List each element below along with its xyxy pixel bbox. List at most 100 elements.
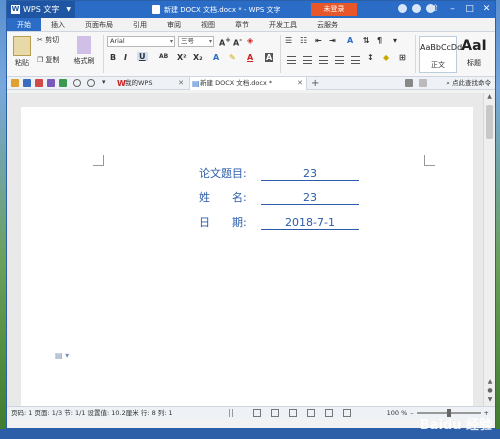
document-page[interactable]: 论文题目: 23 姓 名: 23 日 期: 2018-7-1 ▤ ▾ — [21, 107, 473, 407]
strikethrough-icon[interactable]: AB — [159, 53, 168, 60]
tab-current-document[interactable]: ▤ 新建 DOCX 文档.docx * ✕ — [189, 77, 307, 90]
outdent-icon[interactable]: ⇤ — [315, 36, 322, 45]
open-icon[interactable] — [11, 79, 19, 87]
font-color-icon[interactable]: A — [247, 53, 253, 62]
text-effect-icon[interactable]: A — [213, 53, 219, 62]
paste-button[interactable]: 粘贴 — [11, 36, 33, 68]
print-preview-icon[interactable] — [59, 79, 67, 87]
form-value[interactable]: 23 — [261, 167, 359, 181]
tab-my-wps-label: 我的WPS — [125, 79, 153, 87]
command-search-label: 点此查找命令 — [452, 79, 491, 87]
full-screen-icon[interactable] — [253, 409, 261, 417]
bold-icon[interactable]: B — [110, 53, 116, 62]
crop-mark — [424, 155, 435, 166]
zoom-value: 100 % — [386, 409, 408, 417]
resize-grip-icon[interactable] — [229, 409, 233, 417]
align-left-icon[interactable] — [287, 56, 296, 64]
layout-icon[interactable] — [419, 79, 427, 87]
grow-font-icon[interactable]: A+ — [219, 36, 231, 48]
page-nav-buttons[interactable]: ▲ ● ▼ — [485, 377, 495, 404]
font-size-select[interactable]: 三号 — [178, 36, 214, 47]
style-heading-label: 标题 — [467, 59, 481, 67]
chevron-down-icon[interactable]: ▾ — [102, 78, 106, 86]
form-value[interactable]: 23 — [261, 191, 359, 205]
copy-label: 复制 — [45, 56, 60, 64]
app-menu-button[interactable]: W WPS 文字 ▼ — [7, 1, 75, 18]
scroll-up-icon[interactable]: ▲ — [484, 93, 495, 103]
tab-page-layout[interactable]: 页面布局 — [75, 18, 123, 31]
cut-button[interactable]: ✂ 剪切 — [37, 35, 59, 45]
align-right-icon[interactable] — [319, 56, 328, 64]
page-view-icon[interactable] — [271, 409, 279, 417]
save-icon[interactable] — [23, 79, 31, 87]
copy-icon: ❐ — [37, 56, 46, 64]
zoom-out-icon[interactable]: – — [410, 407, 413, 419]
new-tab-icon[interactable]: + — [311, 77, 319, 90]
eye-protection-icon[interactable] — [343, 409, 351, 417]
close-icon[interactable]: ✕ — [178, 77, 184, 90]
close-icon[interactable]: ✕ — [297, 77, 303, 90]
char-shading-icon[interactable]: A — [265, 53, 274, 62]
expand-icon[interactable]: ▾ — [393, 36, 397, 45]
style-normal[interactable]: AaBbCcDd 正文 — [419, 36, 462, 73]
close-button[interactable]: ✕ — [478, 1, 495, 18]
chinese-layout-icon[interactable]: A — [347, 36, 353, 45]
upload-icon[interactable] — [405, 79, 413, 87]
style-heading[interactable]: AaI 标题 — [459, 36, 489, 73]
redo-icon[interactable] — [87, 79, 95, 87]
highlight-icon[interactable]: ✎ — [229, 53, 236, 62]
distribute-icon[interactable] — [351, 56, 360, 64]
align-center-icon[interactable] — [303, 56, 312, 64]
form-label: 姓 名: — [199, 191, 247, 204]
command-search[interactable]: ⌕ 点此查找命令 — [446, 78, 491, 89]
undo-icon[interactable] — [73, 79, 81, 87]
numbering-icon[interactable]: ☷ — [300, 36, 307, 45]
tab-review[interactable]: 审阅 — [157, 18, 191, 31]
tab-my-wps[interactable]: W 我的WPS ✕ — [115, 77, 187, 90]
vertical-scrollbar[interactable]: ▲ ▲ ● ▼ — [483, 93, 495, 406]
font-family-select[interactable]: Arial — [107, 36, 175, 47]
tab-section[interactable]: 章节 — [225, 18, 259, 31]
scroll-thumb[interactable] — [486, 105, 493, 139]
tab-cloud[interactable]: 云服务 — [307, 18, 348, 31]
sort-icon[interactable]: ⇅ — [363, 36, 370, 45]
tab-home[interactable]: 开始 — [7, 18, 41, 31]
minimize-button[interactable]: – — [444, 1, 461, 18]
print-icon[interactable] — [47, 79, 55, 87]
borders-icon[interactable]: ⊞ — [399, 53, 406, 62]
cut-label: 剪切 — [45, 36, 60, 44]
login-button[interactable]: 未登录 — [311, 3, 357, 16]
bullets-icon[interactable]: ☰ — [285, 36, 292, 45]
export-pdf-icon[interactable] — [35, 79, 43, 87]
tab-developer[interactable]: 开发工具 — [259, 18, 307, 31]
maximize-button[interactable]: □ — [461, 1, 478, 18]
show-marks-icon[interactable]: ¶ — [377, 36, 382, 45]
copy-button[interactable]: ❐ 复制 — [37, 55, 60, 65]
underline-icon[interactable]: U — [137, 52, 148, 61]
tab-insert[interactable]: 插入 — [41, 18, 75, 31]
brush-icon — [77, 36, 91, 54]
superscript-icon[interactable]: X² — [177, 53, 187, 62]
scissors-icon: ✂ — [37, 36, 46, 44]
settings-icon[interactable] — [412, 4, 421, 13]
format-painter-button[interactable]: 格式刷 — [69, 36, 99, 66]
reading-view-icon[interactable] — [325, 409, 333, 417]
paragraph-mark-icon: ▤ ▾ — [55, 351, 70, 360]
web-view-icon[interactable] — [307, 409, 315, 417]
justify-icon[interactable] — [335, 56, 344, 64]
shading-icon[interactable]: ◆ — [383, 53, 389, 62]
subscript-icon[interactable]: X₂ — [193, 53, 203, 62]
shrink-font-icon[interactable]: A- — [233, 36, 242, 48]
restore-ribbon-icon[interactable]: ⇧ — [427, 1, 444, 18]
tab-references[interactable]: 引用 — [123, 18, 157, 31]
italic-icon[interactable]: I — [124, 53, 127, 62]
skin-icon[interactable] — [398, 4, 407, 13]
form-row-title: 论文题目: 23 — [199, 167, 359, 181]
clear-format-icon[interactable]: ◈ — [247, 36, 253, 45]
form-value[interactable]: 2018-7-1 — [261, 216, 359, 230]
indent-icon[interactable]: ⇥ — [329, 36, 336, 45]
outline-view-icon[interactable] — [289, 409, 297, 417]
tab-view[interactable]: 视图 — [191, 18, 225, 31]
paste-icon — [13, 36, 31, 56]
line-spacing-icon[interactable]: ↕ — [367, 53, 374, 62]
